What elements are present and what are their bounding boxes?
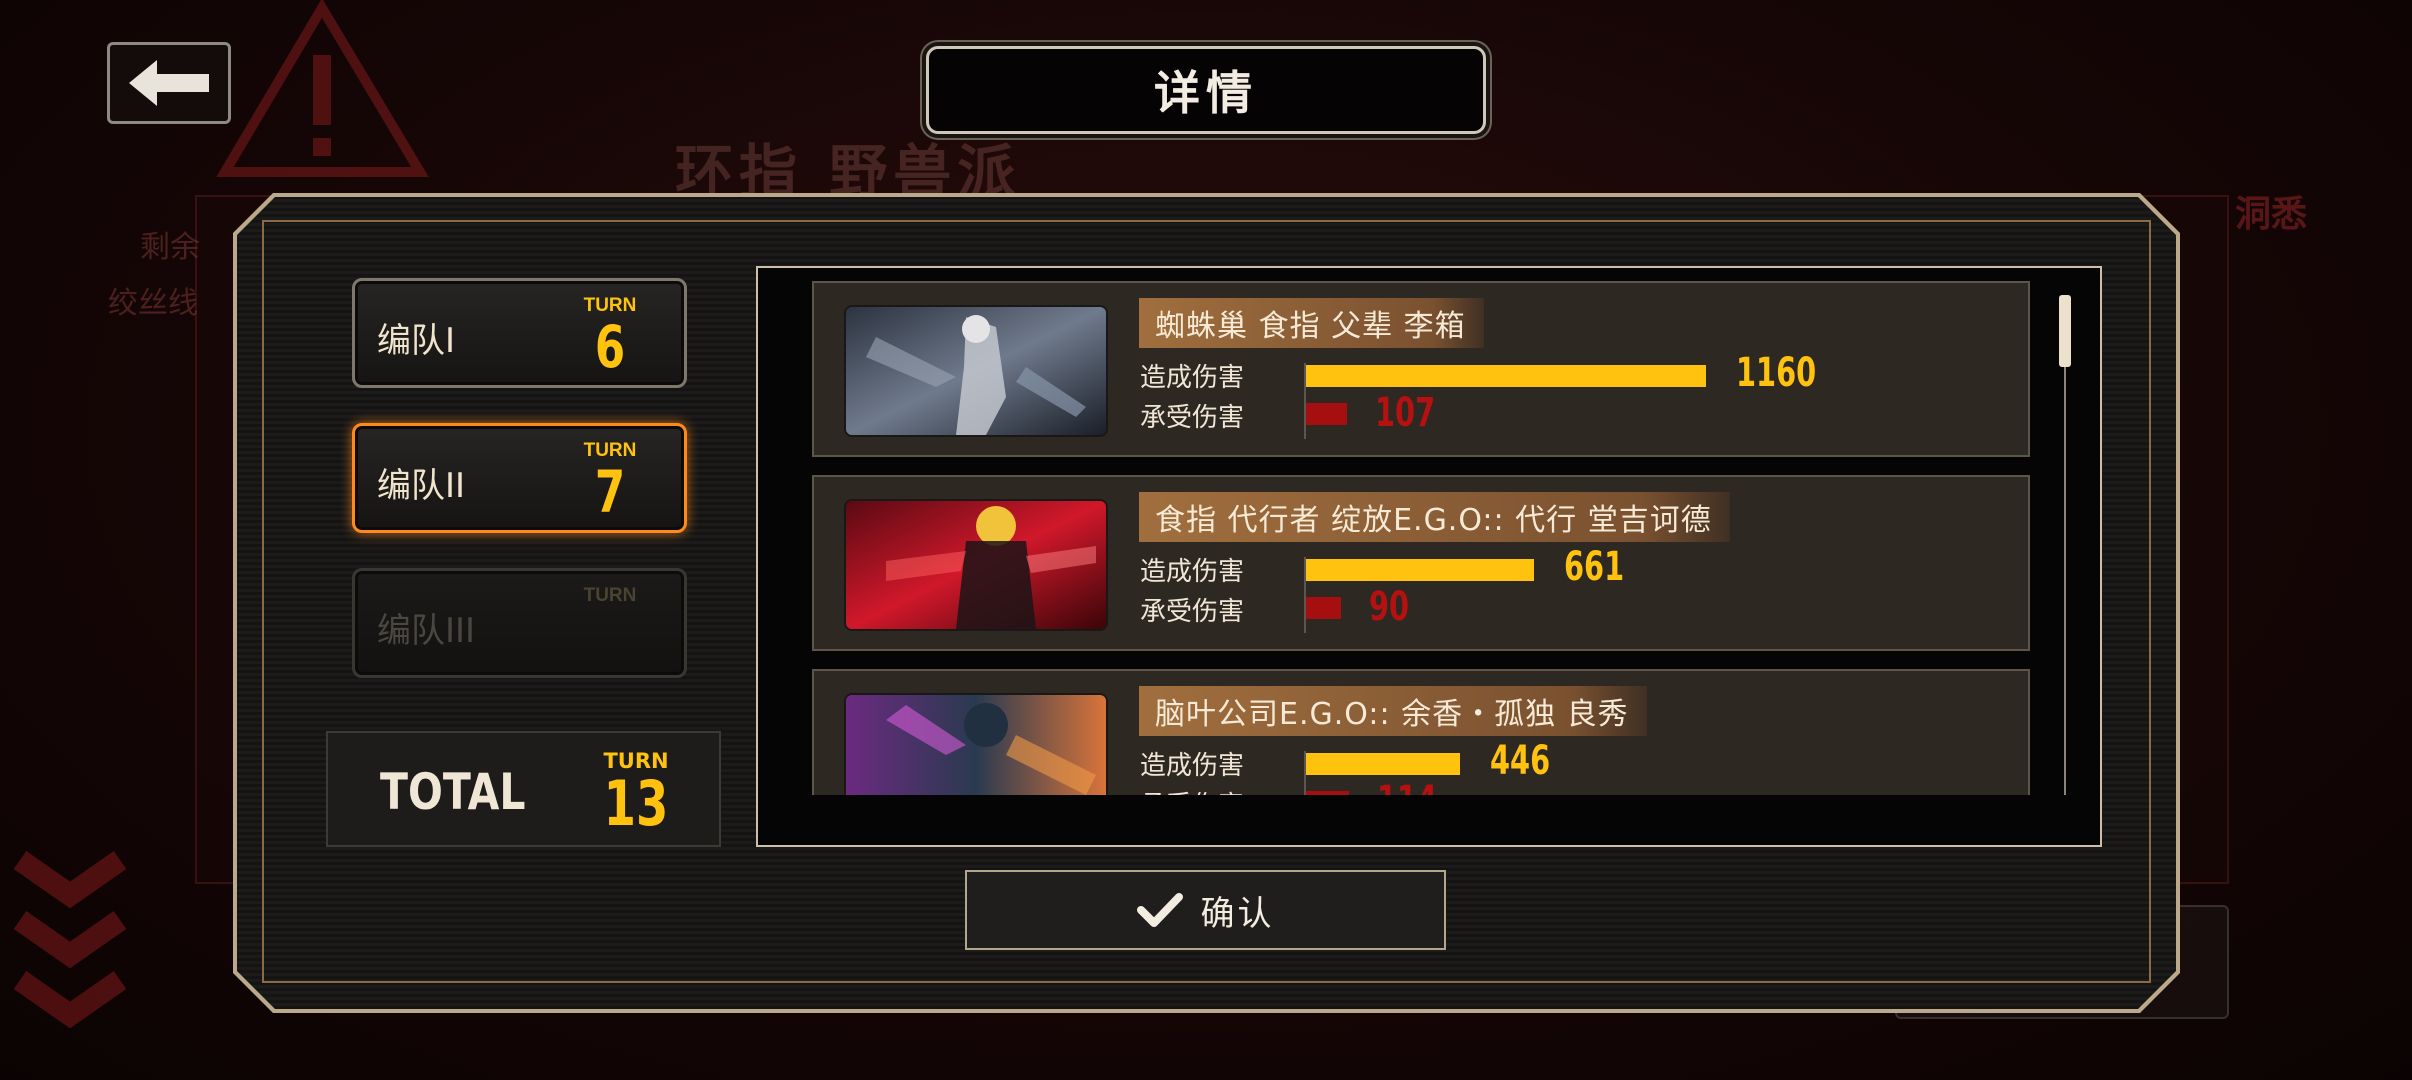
title-banner: 详情 (926, 46, 1486, 134)
character-name: 脑叶公司E.G.O:: 余香・孤独 良秀 (1139, 686, 1647, 736)
chevron-down-icon (13, 850, 127, 1029)
warning-icon (216, 0, 429, 177)
character-name: 蜘蛛巢 食指 父辈 李箱 (1139, 298, 1484, 348)
dealt-damage-label: 造成伤害 (1140, 557, 1245, 587)
character-portrait (844, 305, 1108, 437)
check-icon (1136, 893, 1183, 927)
background-text: 剩余 (140, 230, 200, 265)
total-label: TOTAL (380, 763, 526, 821)
page-title: 详情 (1154, 66, 1258, 120)
team-label: 编队I (377, 321, 456, 361)
dealt-damage-value: 661 (1564, 544, 1625, 590)
total-turn-count: 13 (603, 767, 669, 840)
back-button[interactable] (107, 42, 231, 124)
taken-damage-value: 90 (1369, 584, 1410, 630)
dealt-damage-value: 446 (1490, 738, 1551, 784)
taken-damage-value: 114 (1377, 778, 1437, 795)
dealt-damage-label: 造成伤害 (1140, 751, 1245, 781)
team-tab-3[interactable]: 编队III TURN (352, 568, 687, 678)
dealt-damage-value: 1160 (1736, 350, 1817, 396)
arrow-left-icon (129, 60, 209, 106)
character-row: 食指 代行者 绽放E.G.O:: 代行 堂吉诃德 造成伤害 承受伤害 661 9… (812, 475, 2030, 651)
background-text: 洞悉 (2235, 194, 2308, 235)
confirm-button[interactable]: 确认 (965, 870, 1446, 950)
team-tab-1[interactable]: 编队I TURN 6 (352, 278, 687, 388)
taken-damage-bar (1306, 791, 1349, 795)
turn-count: 7 (594, 458, 626, 526)
taken-damage-bar (1306, 597, 1341, 619)
scrollbar-thumb[interactable] (2059, 295, 2071, 367)
taken-damage-label: 承受伤害 (1140, 403, 1245, 433)
dealt-damage-bar (1306, 753, 1460, 775)
dealt-damage-bar (1306, 365, 1706, 387)
team-label: 编队II (377, 466, 466, 506)
scrollbar-track[interactable] (2064, 295, 2066, 795)
character-list[interactable]: 蜘蛛巢 食指 父辈 李箱 造成伤害 承受伤害 1160 107 食指 代行者 绽… (812, 275, 2034, 795)
dealt-damage-bar (1306, 559, 1534, 581)
character-row: 脑叶公司E.G.O:: 余香・孤独 良秀 造成伤害 承受伤害 446 114 (812, 669, 2030, 795)
turn-count: 6 (594, 313, 626, 381)
team-tab-2[interactable]: 编队II TURN 7 (352, 423, 687, 533)
taken-damage-label: 承受伤害 (1140, 785, 1244, 795)
confirm-label: 确认 (1200, 893, 1275, 934)
taken-damage-bar (1306, 403, 1347, 425)
dealt-damage-label: 造成伤害 (1140, 363, 1245, 393)
taken-damage-label: 承受伤害 (1140, 597, 1245, 627)
character-portrait (844, 693, 1108, 795)
character-portrait (844, 499, 1108, 631)
background-text: 绞丝线 (108, 286, 198, 321)
total-box: TOTAL TURN 13 (326, 731, 721, 847)
team-label: 编队III (377, 611, 476, 651)
taken-damage-value: 107 (1375, 390, 1436, 436)
character-row: 蜘蛛巢 食指 父辈 李箱 造成伤害 承受伤害 1160 107 (812, 281, 2030, 457)
turn-caption: TURN (583, 585, 637, 606)
character-name: 食指 代行者 绽放E.G.O:: 代行 堂吉诃德 (1139, 492, 1730, 542)
